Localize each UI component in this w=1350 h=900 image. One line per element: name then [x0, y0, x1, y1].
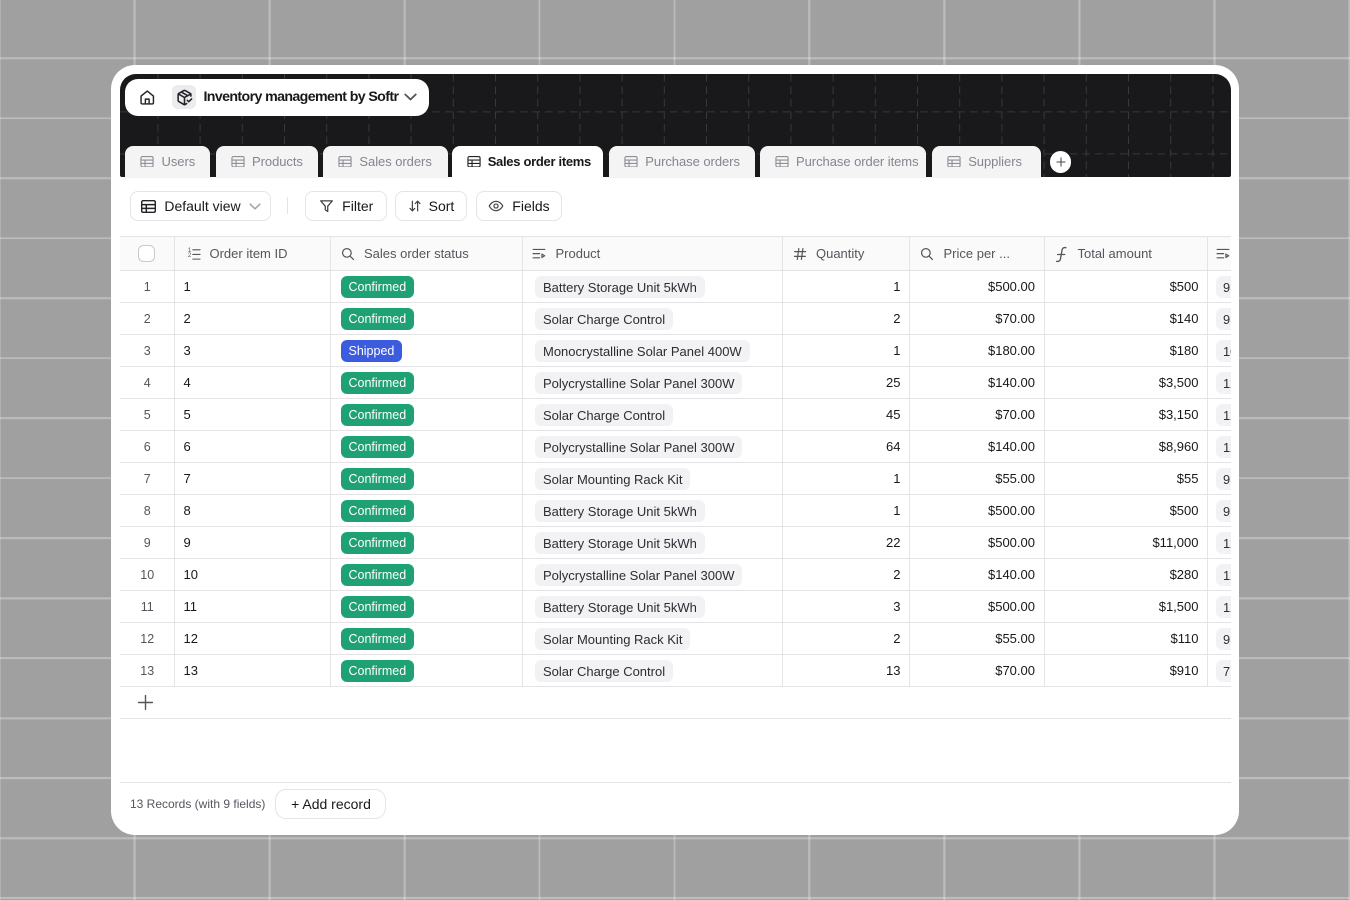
svg-text:2: 2 — [188, 253, 192, 259]
